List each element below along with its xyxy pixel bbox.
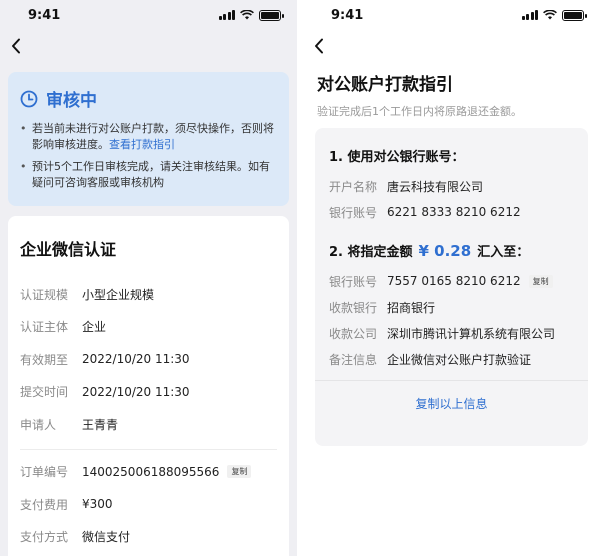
page-subtitle: 验证完成后1个工作日内将原路退还金额。 bbox=[317, 105, 522, 118]
chevron-left-icon bbox=[315, 38, 323, 54]
info-value: 深圳市腾讯计算机系统有限公司 bbox=[387, 326, 556, 341]
transfer-guide-screen: 9:41 对公账户打款指引 验证完成后1个工作日内将原路退还金额。 1. 使用对… bbox=[303, 0, 600, 556]
info-label: 订单编号 bbox=[20, 465, 69, 480]
info-row: 开户名称 唐云科技有限公司 bbox=[329, 173, 574, 199]
back-button[interactable] bbox=[309, 36, 329, 56]
wifi-icon bbox=[543, 10, 557, 20]
order-number-row: 订单编号 140025006188095566 复制 bbox=[20, 456, 277, 489]
info-row: 认证规模 小型企业规模 bbox=[20, 278, 277, 311]
status-time: 9:41 bbox=[28, 7, 61, 23]
info-value: 企业微信对公账户打款验证 bbox=[387, 352, 532, 367]
certification-card: 企业微信认证 认证规模 小型企业规模 认证主体 企业 有效期至 2022/10/20 … bbox=[8, 216, 289, 556]
step-2-suffix: 汇入至： bbox=[477, 245, 530, 260]
step-1-title: 1. 使用对公银行账号： bbox=[329, 150, 465, 165]
info-label: 开户名称 bbox=[329, 179, 378, 194]
info-label: 提交时间 bbox=[20, 385, 69, 400]
nav-bar bbox=[303, 30, 600, 62]
info-label: 支付费用 bbox=[20, 497, 69, 512]
info-value: 7557 0165 8210 6212 复制 bbox=[387, 274, 553, 288]
info-label: 认证规模 bbox=[20, 287, 69, 302]
notice-item-text: 预计5个工作日审核完成，请关注审核结果。如有疑问可咨询客服或审核机构 bbox=[32, 160, 270, 189]
audit-notice: 审核中 若当前未进行对公账户打款，须尽快操作，否则将影响审核进度。查看打款指引 … bbox=[8, 72, 289, 206]
info-label: 收款公司 bbox=[329, 326, 378, 341]
wifi-icon bbox=[240, 10, 254, 20]
notice-item: 预计5个工作日审核完成，请关注审核结果。如有疑问可咨询客服或审核机构 bbox=[20, 159, 277, 191]
transfer-guide-link[interactable]: 查看打款指引 bbox=[109, 138, 175, 151]
info-value: 小型企业规模 bbox=[82, 287, 155, 302]
status-time: 9:41 bbox=[331, 7, 364, 23]
info-label: 支付方式 bbox=[20, 530, 69, 545]
notice-header: 审核中 bbox=[20, 86, 277, 111]
info-row: 银行账号 6221 8333 8210 6212 bbox=[329, 199, 574, 225]
info-row: 提交时间 2022/10/20 11:30 bbox=[20, 376, 277, 409]
account-row: 银行账号 7557 0165 8210 6212 复制 bbox=[329, 268, 574, 294]
info-value: ¥300 bbox=[82, 497, 113, 512]
status-bar: 9:41 bbox=[0, 0, 297, 30]
status-bar: 9:41 bbox=[303, 0, 600, 30]
step-2-prefix: 2. 将指定金额 bbox=[329, 245, 413, 260]
notice-title: 审核中 bbox=[46, 91, 97, 111]
audit-status-screen: 9:41 审核中 若当前未进行对公账户打款，须尽快操作，否则将影响审核进度。查看… bbox=[0, 0, 297, 556]
back-button[interactable] bbox=[6, 36, 26, 56]
transfer-info-box: 1. 使用对公银行账号： 开户名称 唐云科技有限公司 银行账号 6221 8333 … bbox=[315, 128, 588, 446]
divider bbox=[20, 448, 277, 450]
info-value: 2022/10/20 11:30 bbox=[82, 384, 190, 399]
order-number: 140025006188095566 bbox=[82, 464, 220, 479]
clock-icon bbox=[20, 90, 38, 107]
notice-item: 若当前未进行对公账户打款，须尽快操作，否则将影响审核进度。查看打款指引 bbox=[20, 121, 277, 153]
step-2-title: 2. 将指定金额 ¥ 0.28 汇入至： bbox=[329, 241, 574, 261]
info-value: 微信支付 bbox=[82, 530, 131, 545]
battery-icon bbox=[259, 9, 284, 21]
info-label: 银行账号 bbox=[329, 205, 378, 220]
info-row: 有效期至 2022/10/20 11:30 bbox=[20, 343, 277, 376]
signal-icon bbox=[521, 10, 538, 20]
info-row: 收款公司 深圳市腾讯计算机系统有限公司 bbox=[329, 320, 574, 346]
chevron-left-icon bbox=[12, 38, 20, 54]
notice-list: 若当前未进行对公账户打款，须尽快操作，否则将影响审核进度。查看打款指引 预计5个… bbox=[20, 121, 277, 191]
info-row: 收款银行 招商银行 bbox=[329, 294, 574, 320]
fee-row: 支付费用 ¥300 bbox=[20, 488, 277, 521]
info-value: 2022/10/20 11:30 bbox=[82, 352, 190, 367]
info-label: 申请人 bbox=[20, 417, 57, 432]
info-value: 招商银行 bbox=[387, 300, 436, 315]
page-title: 对公账户打款指引 bbox=[317, 75, 453, 95]
battery-icon bbox=[562, 9, 587, 21]
info-value: 6221 8333 8210 6212 bbox=[387, 205, 521, 219]
signal-icon bbox=[218, 10, 235, 20]
info-label: 有效期至 bbox=[20, 352, 69, 367]
copy-order-button[interactable]: 复制 bbox=[227, 465, 252, 479]
copy-all-button[interactable]: 复制以上信息 bbox=[329, 381, 574, 412]
account-number: 7557 0165 8210 6212 bbox=[387, 274, 521, 288]
info-value: 140025006188095566 复制 bbox=[82, 464, 252, 479]
copy-account-button[interactable]: 复制 bbox=[528, 274, 553, 288]
info-row: 备注信息 企业微信对公账户打款验证 bbox=[329, 346, 574, 372]
info-label: 认证主体 bbox=[20, 320, 69, 335]
info-label: 备注信息 bbox=[329, 352, 378, 367]
info-row: 申请人 王青青 bbox=[20, 408, 277, 441]
payment-method-row: 支付方式 微信支付 bbox=[20, 521, 277, 554]
info-value: 唐云科技有限公司 bbox=[387, 179, 484, 194]
status-icons bbox=[521, 9, 587, 21]
card-title: 企业微信认证 bbox=[20, 240, 117, 259]
info-label: 银行账号 bbox=[329, 274, 378, 289]
status-icons bbox=[218, 9, 284, 21]
info-value: 王青青 bbox=[82, 417, 119, 432]
info-value: 企业 bbox=[82, 320, 107, 335]
info-row: 认证主体 企业 bbox=[20, 311, 277, 344]
screenshot-pair: 9:41 审核中 若当前未进行对公账户打款，须尽快操作，否则将影响审核进度。查看… bbox=[0, 0, 600, 556]
transfer-amount: ¥ 0.28 bbox=[418, 241, 472, 260]
info-label: 收款银行 bbox=[329, 300, 378, 315]
nav-bar bbox=[0, 30, 297, 62]
